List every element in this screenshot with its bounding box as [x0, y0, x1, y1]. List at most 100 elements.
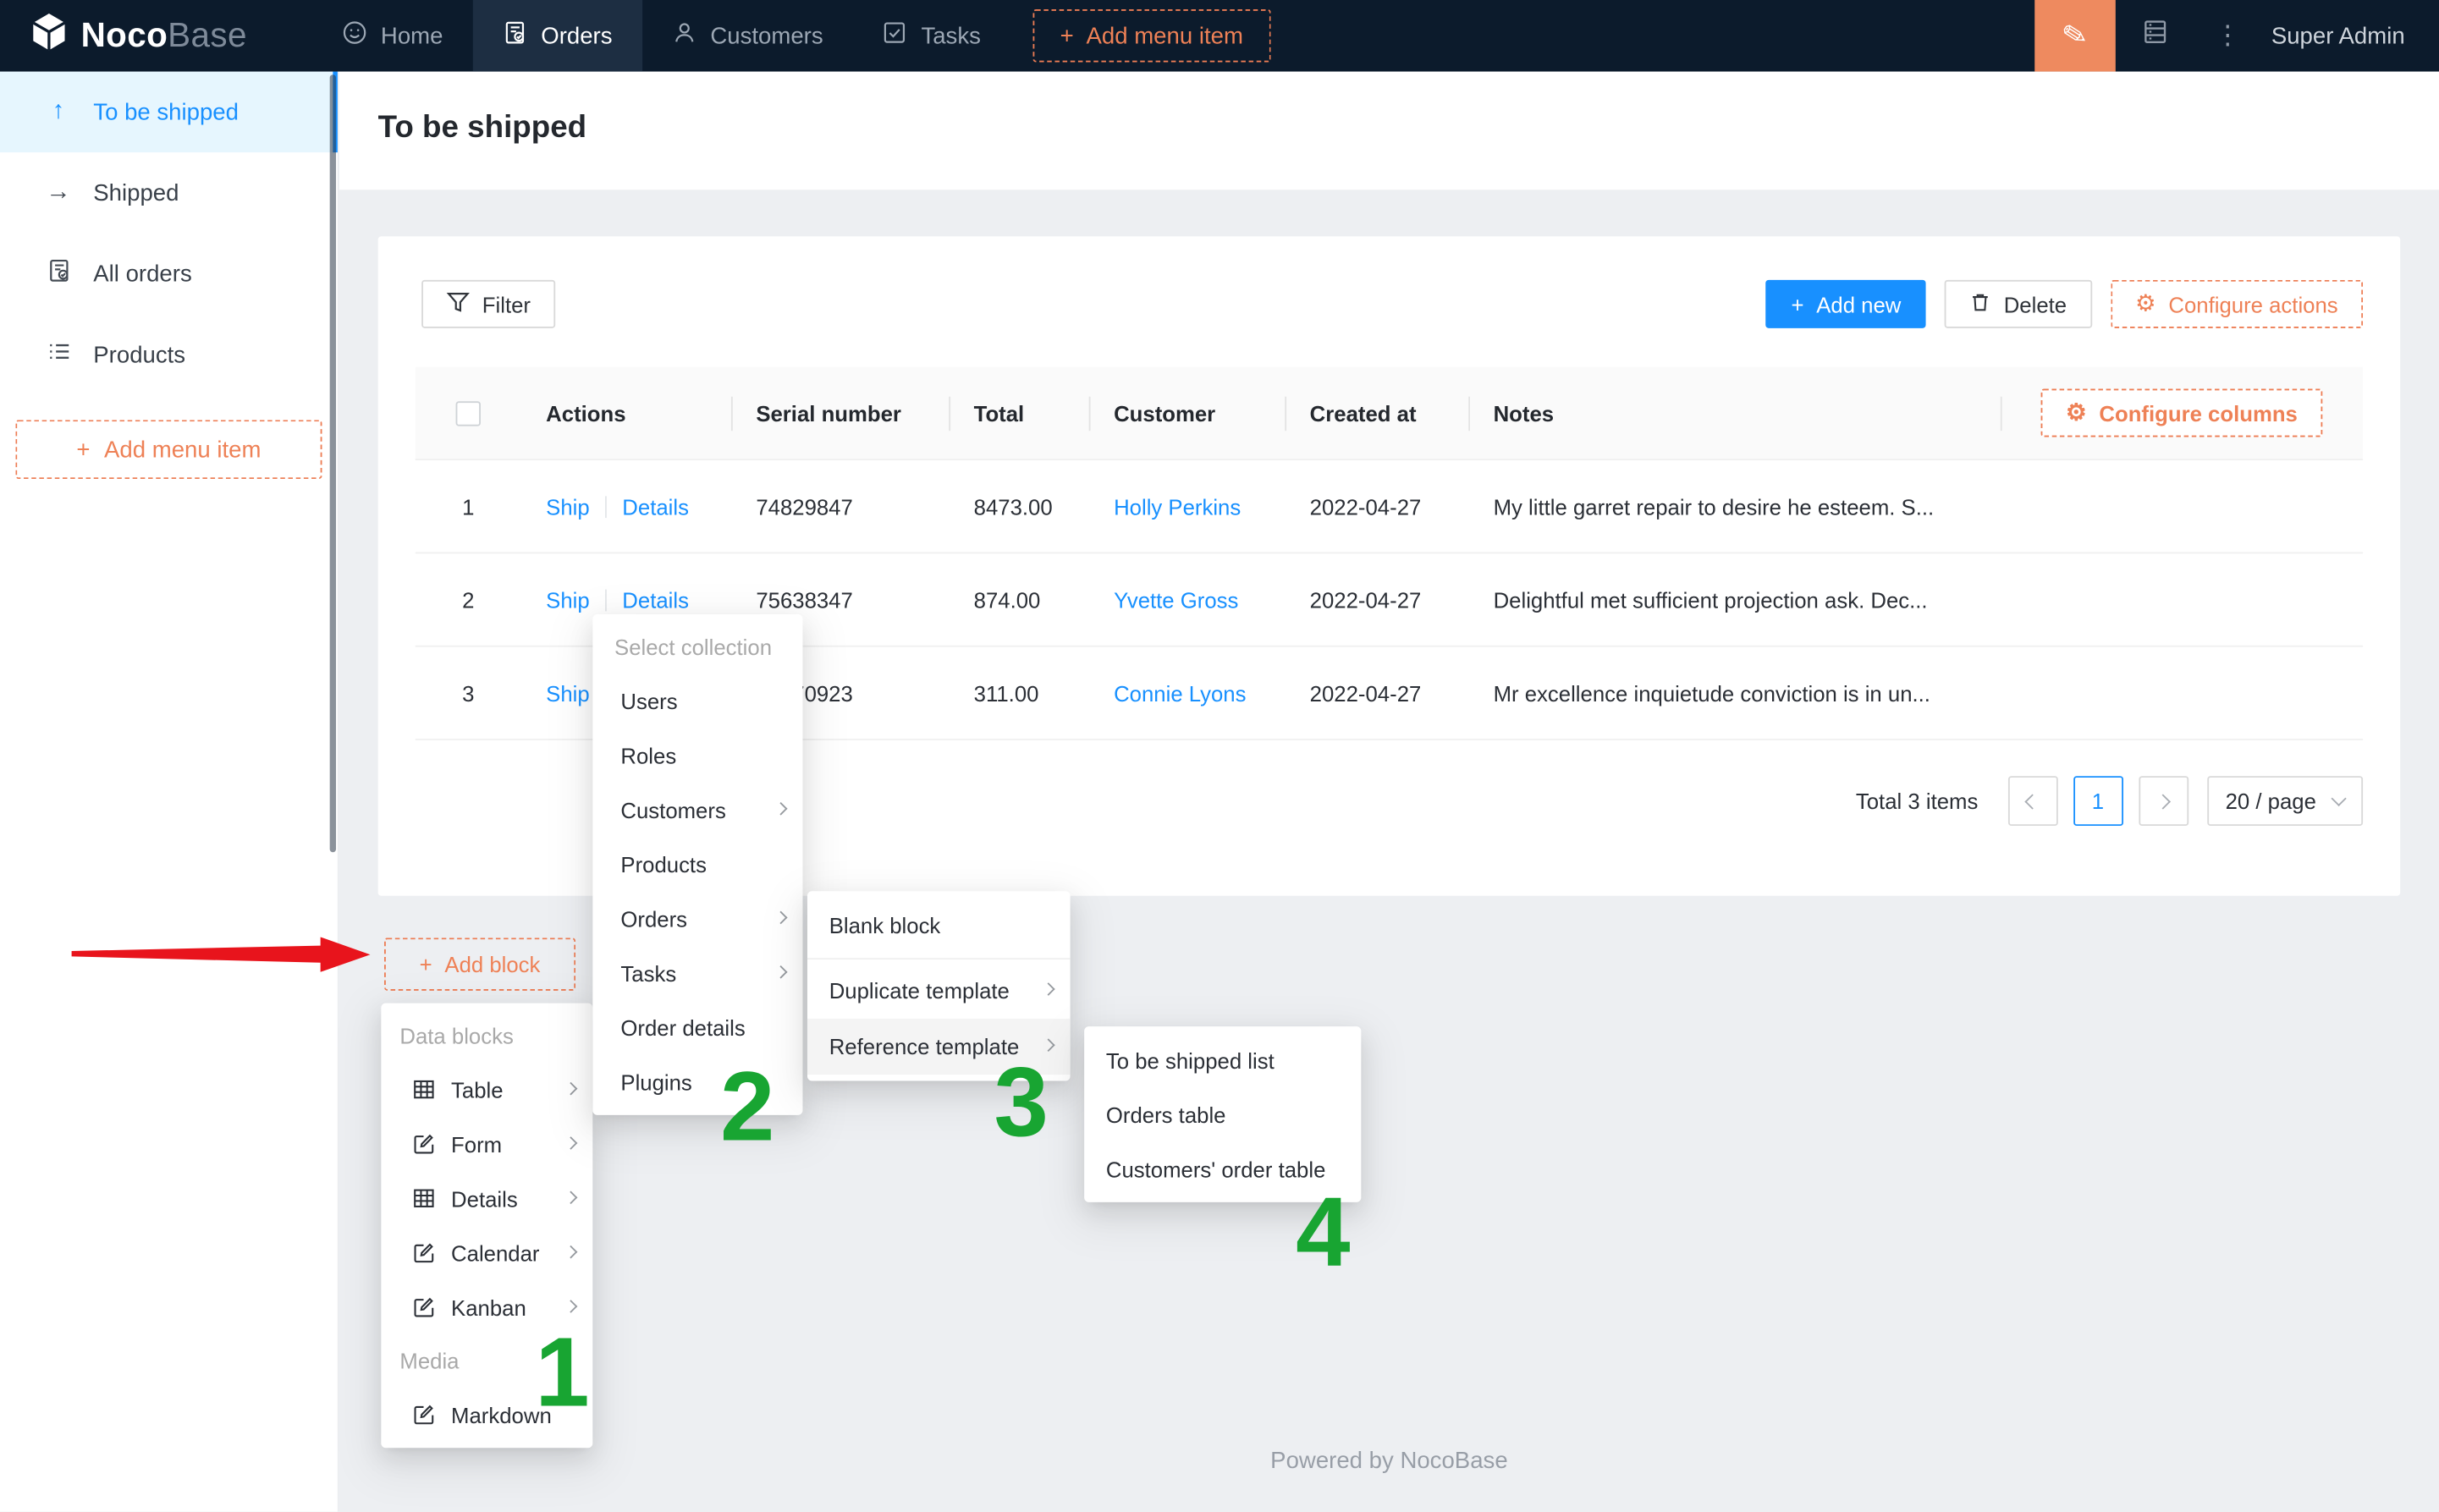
- next-page-button[interactable]: [2139, 776, 2188, 826]
- column-header-notes[interactable]: Notes: [1468, 366, 2001, 459]
- customer-link[interactable]: Holly Perkins: [1114, 494, 1241, 519]
- api-panel-button[interactable]: [2116, 0, 2194, 72]
- configure-columns-button[interactable]: ⚙ Configure columns: [2041, 389, 2323, 437]
- sidebar-item-all-orders[interactable]: All orders: [0, 234, 338, 315]
- pagination-total: Total 3 items: [1856, 789, 1978, 813]
- delete-button[interactable]: Delete: [1945, 280, 2092, 328]
- document-check-icon: [45, 257, 71, 290]
- server-rows-icon: [2141, 19, 2167, 52]
- form-edit-icon: [412, 1403, 436, 1427]
- sidebar-item-label: To be shipped: [93, 99, 239, 125]
- menu-item-form[interactable]: Form: [381, 1117, 592, 1171]
- page-size-select[interactable]: 20 / page: [2207, 776, 2364, 826]
- trash-icon: [1969, 290, 1991, 318]
- configure-actions-button[interactable]: ⚙ Configure actions: [2111, 280, 2364, 328]
- column-header-total[interactable]: Total: [949, 366, 1088, 459]
- filter-button[interactable]: Filter: [421, 280, 555, 328]
- ship-link[interactable]: Ship: [546, 587, 590, 612]
- chevron-down-icon: [2331, 790, 2346, 805]
- menu-item-tasks[interactable]: Tasks: [592, 946, 802, 1000]
- menu-item-to-be-shipped-list[interactable]: To be shipped list: [1084, 1032, 1361, 1086]
- column-header-actions[interactable]: Actions: [521, 366, 731, 459]
- sidebar-item-products[interactable]: Products: [0, 314, 338, 395]
- column-header-serial-number[interactable]: Serial number: [731, 366, 949, 459]
- current-user-menu[interactable]: Super Admin: [2262, 23, 2439, 49]
- sidebar-item-label: Shipped: [93, 179, 179, 206]
- cube-logo-icon: [28, 11, 70, 61]
- annotation-number-4: 4: [1296, 1185, 1350, 1284]
- ship-link[interactable]: Ship: [546, 680, 590, 705]
- ship-link[interactable]: Ship: [546, 494, 590, 519]
- cell-notes: My little garret repair to desire he est…: [1468, 494, 2001, 519]
- cell-serial-number: 75638347: [731, 587, 949, 612]
- menu-item-details[interactable]: Details: [381, 1171, 592, 1225]
- sidebar-scrollbar[interactable]: [330, 74, 336, 852]
- cell-created-at: 2022-04-27: [1285, 587, 1468, 612]
- column-header-customer[interactable]: Customer: [1089, 366, 1286, 459]
- nav-item-label: Orders: [541, 23, 612, 49]
- chevron-left-icon: [2025, 794, 2040, 809]
- sidebar: ↑ To be shipped → Shipped All orders Pro…: [0, 72, 339, 1512]
- menu-item-duplicate-template[interactable]: Duplicate template: [807, 963, 1071, 1019]
- customer-link[interactable]: Connie Lyons: [1114, 680, 1246, 705]
- configure-columns-label: Configure columns: [2099, 400, 2297, 425]
- menu-item-label: Details: [451, 1186, 518, 1211]
- menu-item-label: To be shipped list: [1106, 1047, 1275, 1072]
- cell-total: 8473.00: [949, 494, 1088, 519]
- toolbar-right-actions: + Add new Delete ⚙ Configure actions: [1766, 280, 2363, 328]
- select-all-checkbox[interactable]: [456, 400, 481, 425]
- menu-item-label: Roles: [620, 743, 676, 767]
- menu-item-table[interactable]: Table: [381, 1062, 592, 1116]
- ui-editor-button[interactable]: ✎: [2034, 0, 2116, 72]
- pagination: Total 3 items 1 20 / page: [1856, 776, 2363, 826]
- nav-item-label: Customers: [710, 23, 823, 49]
- menu-item-users[interactable]: Users: [592, 674, 802, 728]
- more-options-button[interactable]: ⋮: [2194, 0, 2262, 72]
- customer-link[interactable]: Yvette Gross: [1114, 587, 1238, 612]
- column-header-created-at[interactable]: Created at: [1285, 366, 1468, 459]
- gear-icon: ⚙: [2066, 401, 2087, 425]
- nav-item-orders[interactable]: Orders: [472, 0, 641, 72]
- logo-text: NocoBase: [81, 15, 247, 56]
- menu-item-label: Orders table: [1106, 1102, 1226, 1126]
- details-link[interactable]: Details: [622, 587, 689, 612]
- nocobase-logo[interactable]: NocoBase: [0, 11, 312, 61]
- menu-item-order-details[interactable]: Order details: [592, 1000, 802, 1054]
- sidebar-add-menu-item-button[interactable]: + Add menu item: [15, 420, 322, 479]
- sidebar-item-label: Products: [93, 341, 185, 367]
- details-link[interactable]: Details: [622, 494, 689, 519]
- add-block-button[interactable]: + Add block: [384, 937, 575, 990]
- table-toolbar: Filter + Add new Delete ⚙ Configure acti…: [421, 280, 2363, 328]
- menu-divider: [807, 958, 1071, 959]
- prev-page-button[interactable]: [2007, 776, 2057, 826]
- nav-add-menu-item-button[interactable]: + Add menu item: [1032, 9, 1271, 62]
- nav-item-home[interactable]: Home: [312, 0, 472, 72]
- nav-item-tasks[interactable]: Tasks: [853, 0, 1010, 72]
- menu-item-orders[interactable]: Orders: [592, 891, 802, 945]
- menu-item-customers[interactable]: Customers: [592, 783, 802, 837]
- add-new-button[interactable]: + Add new: [1766, 280, 1926, 328]
- top-navbar: NocoBase Home Orders Customers Tasks: [0, 0, 2439, 72]
- sidebar-item-label: All orders: [93, 261, 191, 287]
- page-size-value: 20 / page: [2226, 789, 2316, 813]
- table-header-row: Actions Serial number Total Customer Cre…: [416, 367, 2363, 460]
- menu-item-calendar[interactable]: Calendar: [381, 1225, 592, 1279]
- reference-template-menu: To be shipped list Orders table Customer…: [1084, 1026, 1361, 1202]
- menu-item-roles[interactable]: Roles: [592, 728, 802, 782]
- page-1-button[interactable]: 1: [2073, 776, 2122, 826]
- menu-item-label: Kanban: [451, 1295, 526, 1319]
- select-collection-menu: Select collection Users Roles Customers …: [592, 614, 802, 1115]
- sidebar-item-shipped[interactable]: → Shipped: [0, 152, 338, 234]
- annotation-number-3: 3: [994, 1054, 1049, 1152]
- table-row: 1 Ship Details 74829847 8473.00 Holly Pe…: [416, 460, 2363, 553]
- chevron-right-icon: [2155, 794, 2171, 809]
- form-edit-icon: [412, 1241, 436, 1265]
- menu-item-blank-block[interactable]: Blank block: [807, 898, 1071, 954]
- nav-item-customers[interactable]: Customers: [641, 0, 852, 72]
- menu-item-products[interactable]: Products: [592, 837, 802, 891]
- sidebar-item-to-be-shipped[interactable]: ↑ To be shipped: [0, 72, 338, 153]
- menu-item-orders-table[interactable]: Orders table: [1084, 1087, 1361, 1141]
- chevron-right-icon: [564, 1082, 578, 1096]
- nav-item-label: Tasks: [921, 23, 980, 49]
- row-index: 2: [416, 587, 521, 612]
